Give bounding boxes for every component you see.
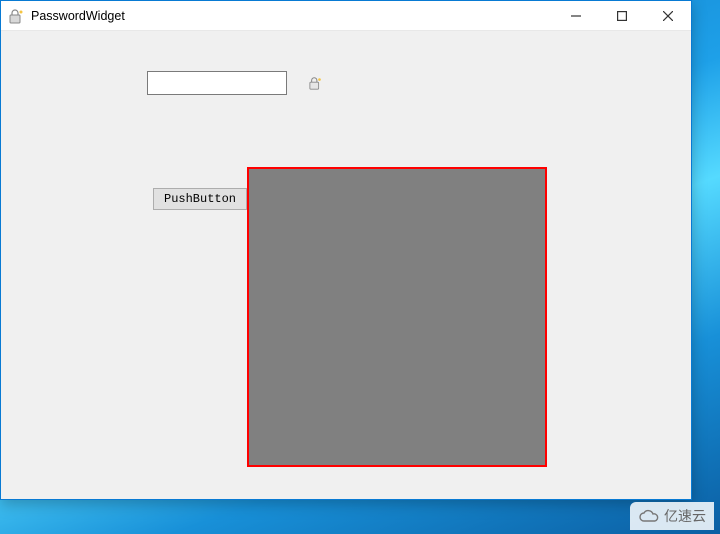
watermark: 亿速云 [630,502,714,530]
client-area: PushButton [1,31,691,499]
password-input[interactable] [152,73,307,93]
application-window: PasswordWidget PushBut [0,0,692,500]
image-panel [247,167,547,467]
window-titlebar[interactable]: PasswordWidget [1,1,691,31]
app-icon [9,8,25,24]
window-title: PasswordWidget [31,9,125,23]
watermark-text: 亿速云 [664,506,706,526]
input-action-icon[interactable] [307,74,325,92]
password-input-wrap[interactable] [147,71,287,95]
push-button[interactable]: PushButton [153,188,247,210]
window-controls [553,1,691,30]
maximize-button[interactable] [599,1,645,31]
minimize-button[interactable] [553,1,599,31]
close-button[interactable] [645,1,691,31]
cloud-icon [638,509,660,523]
